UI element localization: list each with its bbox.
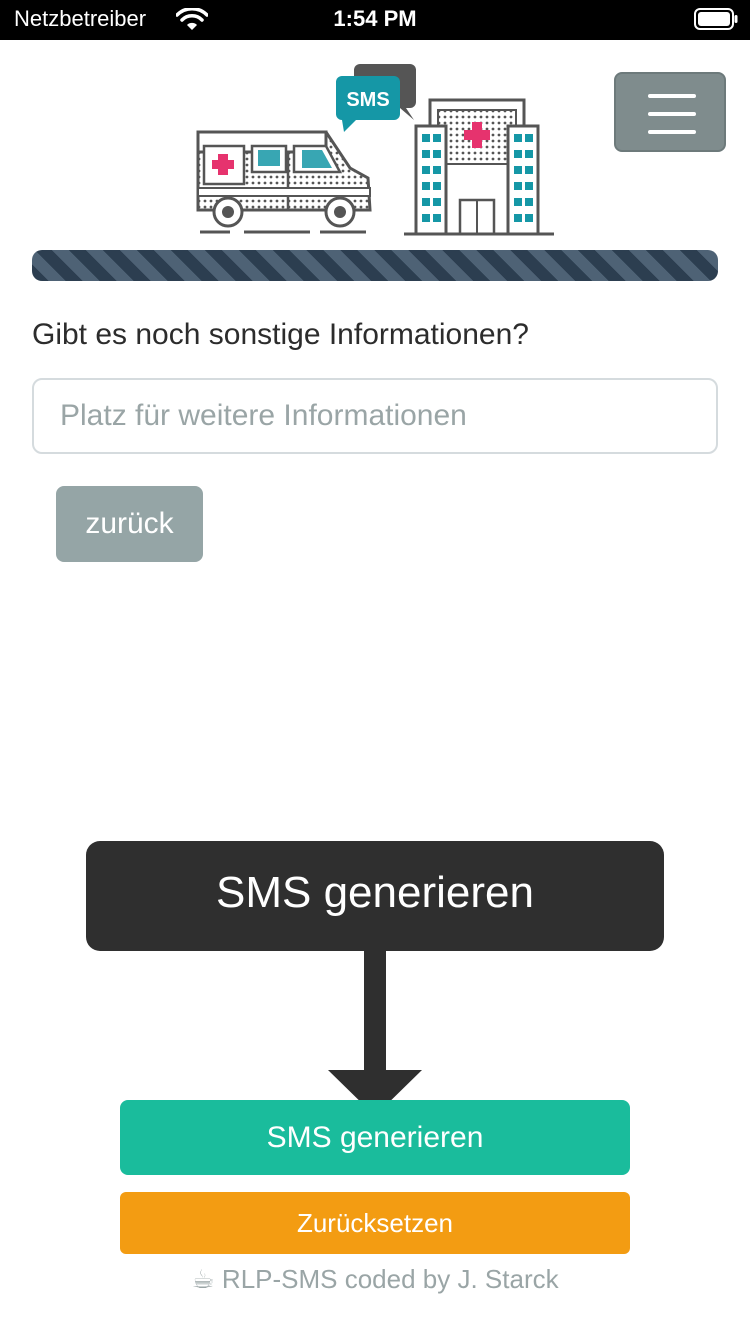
- progress-bar: [32, 250, 718, 281]
- sms-badge-label: SMS: [346, 89, 389, 111]
- callout-label: SMS generieren: [86, 841, 664, 951]
- status-bar: Netzbetreiber 1:54 PM: [0, 0, 750, 40]
- menu-button[interactable]: [614, 72, 726, 152]
- progress-bar-fill: [32, 250, 718, 281]
- hamburger-menu-icon: [648, 130, 696, 134]
- footer: ☕ RLP-SMS coded by J. Starck: [0, 1264, 750, 1295]
- back-button[interactable]: zurück: [56, 486, 203, 562]
- question-label: Gibt es noch sonstige Informationen?: [32, 318, 529, 351]
- footer-credit: RLP-SMS coded by J. Starck: [221, 1264, 559, 1294]
- ambulance-icon: [196, 130, 372, 234]
- generate-sms-button[interactable]: SMS generieren: [120, 1100, 630, 1175]
- reset-button[interactable]: Zurücksetzen: [120, 1192, 630, 1254]
- arrow-down-icon: [328, 950, 422, 1116]
- additional-info-input[interactable]: [32, 378, 718, 454]
- coffee-icon: ☕: [191, 1264, 215, 1294]
- ambulance-hospital-illustration: SMS: [196, 64, 554, 236]
- hospital-icon: [404, 98, 554, 236]
- clock: 1:54 PM: [333, 6, 417, 31]
- battery-icon: [694, 8, 738, 30]
- hamburger-menu-icon: [648, 94, 696, 98]
- hamburger-menu-icon: [648, 112, 696, 116]
